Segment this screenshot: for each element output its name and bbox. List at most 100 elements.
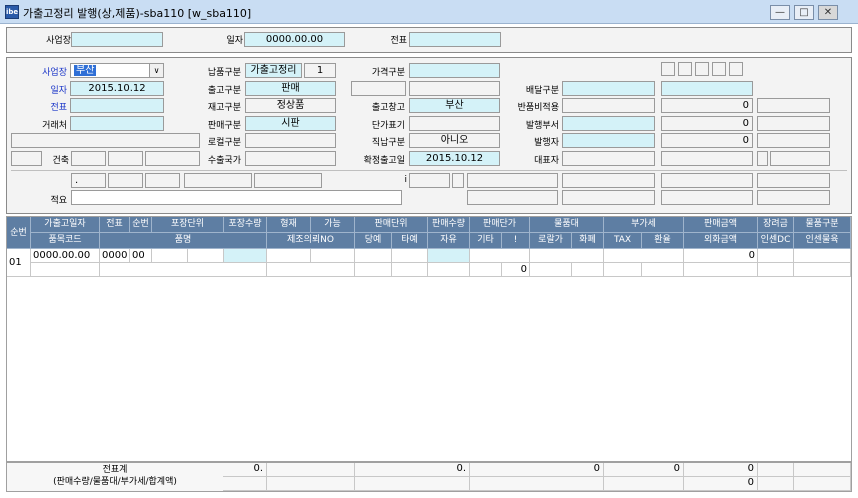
header-free: 자유 [428, 233, 470, 249]
delivery-field-2[interactable] [661, 81, 753, 96]
footer-blank-8 [604, 477, 684, 491]
row-pack-unit-1[interactable] [152, 249, 188, 263]
release-label: 출고구분 [207, 86, 241, 96]
delivery-field[interactable] [562, 81, 655, 96]
building-field-3 [145, 151, 200, 166]
row-goods-type[interactable] [794, 249, 851, 263]
rep-label: 대표자 [534, 156, 559, 166]
option-box-4[interactable] [712, 62, 726, 76]
issue-dept-field[interactable] [562, 116, 655, 131]
search-site-field[interactable] [71, 32, 163, 47]
footer-qty1: 0. [223, 463, 267, 477]
header-item-name: 품명 [100, 233, 267, 249]
info-marker: i [404, 175, 407, 185]
header-incentive-goods: 인센물육 [794, 233, 851, 249]
release-extra-field-1 [351, 81, 406, 96]
misc-field-8 [467, 173, 558, 188]
slip-field[interactable] [70, 98, 164, 113]
header-incentive: 장려금 [758, 217, 794, 233]
footer-goods: 0 [470, 463, 604, 477]
option-box-1[interactable] [661, 62, 675, 76]
sales-field[interactable]: 시판 [245, 116, 336, 131]
misc-field-2 [108, 173, 143, 188]
header-ta: 타예 [392, 233, 428, 249]
option-box-5[interactable] [729, 62, 743, 76]
row-slip[interactable]: 0000 [100, 249, 130, 263]
header-goods: 물품대 [530, 217, 604, 233]
row-mfg-no[interactable] [267, 263, 355, 277]
payment-field[interactable]: 가출고정리 [245, 63, 302, 78]
row-dang [355, 263, 392, 277]
price-field[interactable] [409, 63, 500, 78]
footer-blank-7 [470, 477, 604, 491]
search-date-field[interactable]: 0000.00.00 [244, 32, 345, 47]
minimize-button[interactable]: — [770, 5, 790, 20]
option-box-2[interactable] [678, 62, 692, 76]
misc-field-10 [661, 173, 753, 188]
building-field-1 [71, 151, 106, 166]
header-goods-type: 물품구분 [794, 217, 851, 233]
row-pack-unit-2[interactable] [188, 249, 224, 263]
row-date[interactable]: 0000.00.00 [31, 249, 100, 263]
header-other: 기타 [470, 233, 502, 249]
row-incentive[interactable] [758, 249, 794, 263]
row-tax [604, 263, 642, 277]
issuer-value-field: 0 [661, 133, 753, 148]
row-sales-unit-2[interactable] [392, 249, 428, 263]
detail-grid: 순번 가출고일자 전표 순번 포장단위 포장수량 형재 가능 판매단위 판매수량… [6, 216, 852, 462]
sales-label: 판매구분 [207, 121, 241, 131]
row-sales-price[interactable] [470, 249, 530, 263]
header-sales-qty: 판매수량 [428, 217, 470, 233]
row-foreign-amount [684, 263, 758, 277]
note-field[interactable] [71, 190, 402, 205]
direct-label: 직납구분 [371, 138, 405, 148]
row-item-name[interactable] [100, 263, 267, 277]
row-incentive-goods [794, 263, 851, 277]
rep-extra-field-1 [661, 151, 753, 166]
search-slip-label: 전표 [390, 36, 407, 46]
header-flag: ! [502, 233, 530, 249]
date-field[interactable]: 2015.10.12 [70, 81, 164, 96]
building-field-2 [108, 151, 143, 166]
row-item-code[interactable] [31, 263, 100, 277]
footer-vat: 0 [604, 463, 684, 477]
site-label: 사업장 [42, 68, 67, 78]
footer-totals: 전표계 (판매수량/물품대/부가세/합계액) 0. 0. 0 0 0 0 [6, 462, 852, 492]
issue-dept-extra-field [757, 116, 830, 131]
option-box-3[interactable] [695, 62, 709, 76]
row-sales-qty[interactable] [428, 249, 470, 263]
slip-label: 전표 [50, 103, 67, 113]
warehouse-field[interactable]: 부산 [409, 98, 500, 113]
footer-blank-4 [223, 477, 267, 491]
chevron-down-icon[interactable]: ∨ [149, 64, 163, 77]
footer-qty2: 0. [355, 463, 470, 477]
search-slip-field[interactable] [409, 32, 501, 47]
site-dropdown[interactable]: 부산 ∨ [70, 63, 164, 78]
close-button[interactable]: ✕ [818, 5, 838, 20]
row-available [311, 249, 355, 263]
footer-blank-10 [794, 477, 851, 491]
rep-field [562, 151, 655, 166]
confirm-field[interactable]: 2015.10.12 [409, 151, 500, 166]
rep-extra-field-2 [757, 151, 768, 166]
row-pack-qty[interactable] [224, 249, 267, 263]
row-no[interactable]: 00 [130, 249, 152, 263]
misc-field-12 [467, 190, 558, 205]
unitprice-label: 단가표기 [371, 121, 405, 131]
price-label: 가격구분 [371, 68, 405, 78]
return-value-field: 0 [661, 98, 753, 113]
misc-field-1: . [71, 173, 106, 188]
customer-field[interactable] [70, 116, 164, 131]
footer-total2: 0 [684, 477, 758, 491]
return-extra-field [757, 98, 830, 113]
issuer-field[interactable] [562, 133, 655, 148]
release-field[interactable]: 판매 [245, 81, 336, 96]
row-flag: 0 [502, 263, 530, 277]
maximize-button[interactable]: □ [794, 5, 814, 20]
payment-code-field: 1 [304, 63, 336, 78]
search-site-label: 사업장 [46, 36, 71, 46]
row-sales-unit-1[interactable] [355, 249, 392, 263]
export-label: 수출국가 [207, 156, 241, 166]
row-seq[interactable]: 01 [7, 249, 31, 277]
header-tax: TAX [604, 233, 642, 249]
